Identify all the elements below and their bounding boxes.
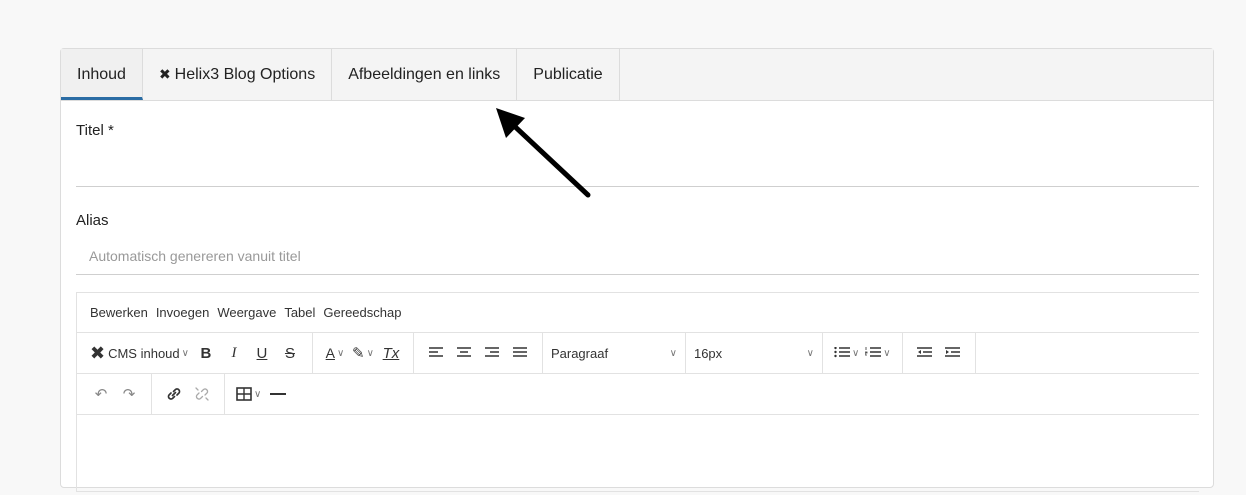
font-size-value: 16px [693,345,723,361]
chevron-down-icon: ∨ [336,347,345,359]
strikethrough-button[interactable]: S [279,340,301,366]
article-edit-panel: Inhoud ✖ Helix3 Blog Options Afbeeldinge… [60,48,1214,492]
align-center-icon[interactable] [453,340,475,366]
unlink-icon[interactable] [191,381,213,407]
align-right-icon[interactable] [481,340,503,366]
link-group [152,374,225,414]
bullet-list-button[interactable]: ∨ [834,340,859,366]
editor-toolbar-2: ↶ ↷ ∨ [77,374,1199,415]
joomla-icon: ✖ [158,66,171,82]
table-group: ∨ [225,374,300,414]
align-left-icon[interactable] [425,340,447,366]
tab-label: Afbeeldingen en links [348,65,501,83]
align-justify-icon[interactable] [509,340,531,366]
tab-label: Inhoud [77,65,126,83]
chevron-down-icon: ∨ [366,347,374,359]
menu-weergave[interactable]: Weergave [217,305,276,320]
numbered-list-icon [865,347,882,357]
joomla-icon: ✖ [90,342,106,363]
list-group: ∨ ∨ [823,333,903,373]
bold-button[interactable]: B [195,340,217,366]
menu-bewerken[interactable]: Bewerken [90,305,148,320]
alias-label: Alias [76,212,109,229]
table-icon [236,387,252,401]
tab-inhoud[interactable]: Inhoud [61,49,143,100]
outdent-icon[interactable] [914,340,936,366]
chevron-down-icon: ∨ [669,347,677,359]
title-input[interactable] [76,149,1199,187]
tab-label: Helix3 Blog Options [174,65,316,83]
history-group: ↶ ↷ [77,374,152,414]
menu-gereedschap[interactable]: Gereedschap [323,305,401,320]
clear-formatting-button[interactable]: Tx [380,340,402,366]
bullet-list-icon [834,347,850,358]
tab-bar: Inhoud ✖ Helix3 Blog Options Afbeeldinge… [61,49,1213,101]
tab-helix3-blog-options[interactable]: ✖ Helix3 Blog Options [143,49,333,100]
tab-publicatie[interactable]: Publicatie [517,49,620,100]
tab-label: Publicatie [533,65,603,83]
table-button[interactable]: ∨ [236,381,261,407]
chevron-down-icon: ∨ [181,347,189,359]
title-label: Titel * [76,122,114,139]
text-color-icon: A [325,345,335,361]
cms-content-dropdown[interactable]: ✖ CMS inhoud ∨ [90,340,189,366]
undo-icon[interactable]: ↶ [90,381,112,407]
link-icon[interactable] [163,381,185,407]
chevron-down-icon: ∨ [883,347,891,359]
font-size-select[interactable]: 16px ∨ [686,333,823,373]
highlight-color-button[interactable]: ✎ ∨ [352,340,374,366]
redo-icon[interactable]: ↷ [118,381,140,407]
cms-content-label: CMS inhoud [108,345,180,361]
chevron-down-icon: ∨ [254,388,262,400]
menu-tabel[interactable]: Tabel [284,305,315,320]
numbered-list-button[interactable]: ∨ [865,340,891,366]
italic-button[interactable]: I [223,340,245,366]
indent-group [903,333,976,373]
underline-button[interactable]: U [251,340,273,366]
text-color-button[interactable]: A ∨ [324,340,346,366]
block-format-select[interactable]: Paragraaf ∨ [543,333,686,373]
align-group [414,333,543,373]
editor-toolbar-1: ✖ CMS inhoud ∨ B I U S A ∨ ✎ ∨ Tx Paragr… [77,333,1199,374]
rich-text-editor: Bewerken Invoegen Weergave Tabel Gereeds… [76,292,1199,492]
chevron-down-icon: ∨ [851,347,860,359]
tab-afbeeldingen-en-links[interactable]: Afbeeldingen en links [332,49,518,100]
chevron-down-icon: ∨ [806,347,814,359]
indent-icon[interactable] [942,340,964,366]
editor-content-area[interactable] [77,415,1199,495]
cms-group: ✖ CMS inhoud ∨ B I U S [77,333,313,373]
block-format-value: Paragraaf [550,345,609,361]
color-group: A ∨ ✎ ∨ Tx [313,333,414,373]
alias-input[interactable]: Automatisch genereren vanuit titel [76,237,1199,275]
editor-menubar: Bewerken Invoegen Weergave Tabel Gereeds… [77,293,1199,333]
highlight-icon: ✎ [352,345,365,362]
horizontal-rule-icon[interactable] [267,381,289,407]
menu-invoegen[interactable]: Invoegen [156,305,210,320]
